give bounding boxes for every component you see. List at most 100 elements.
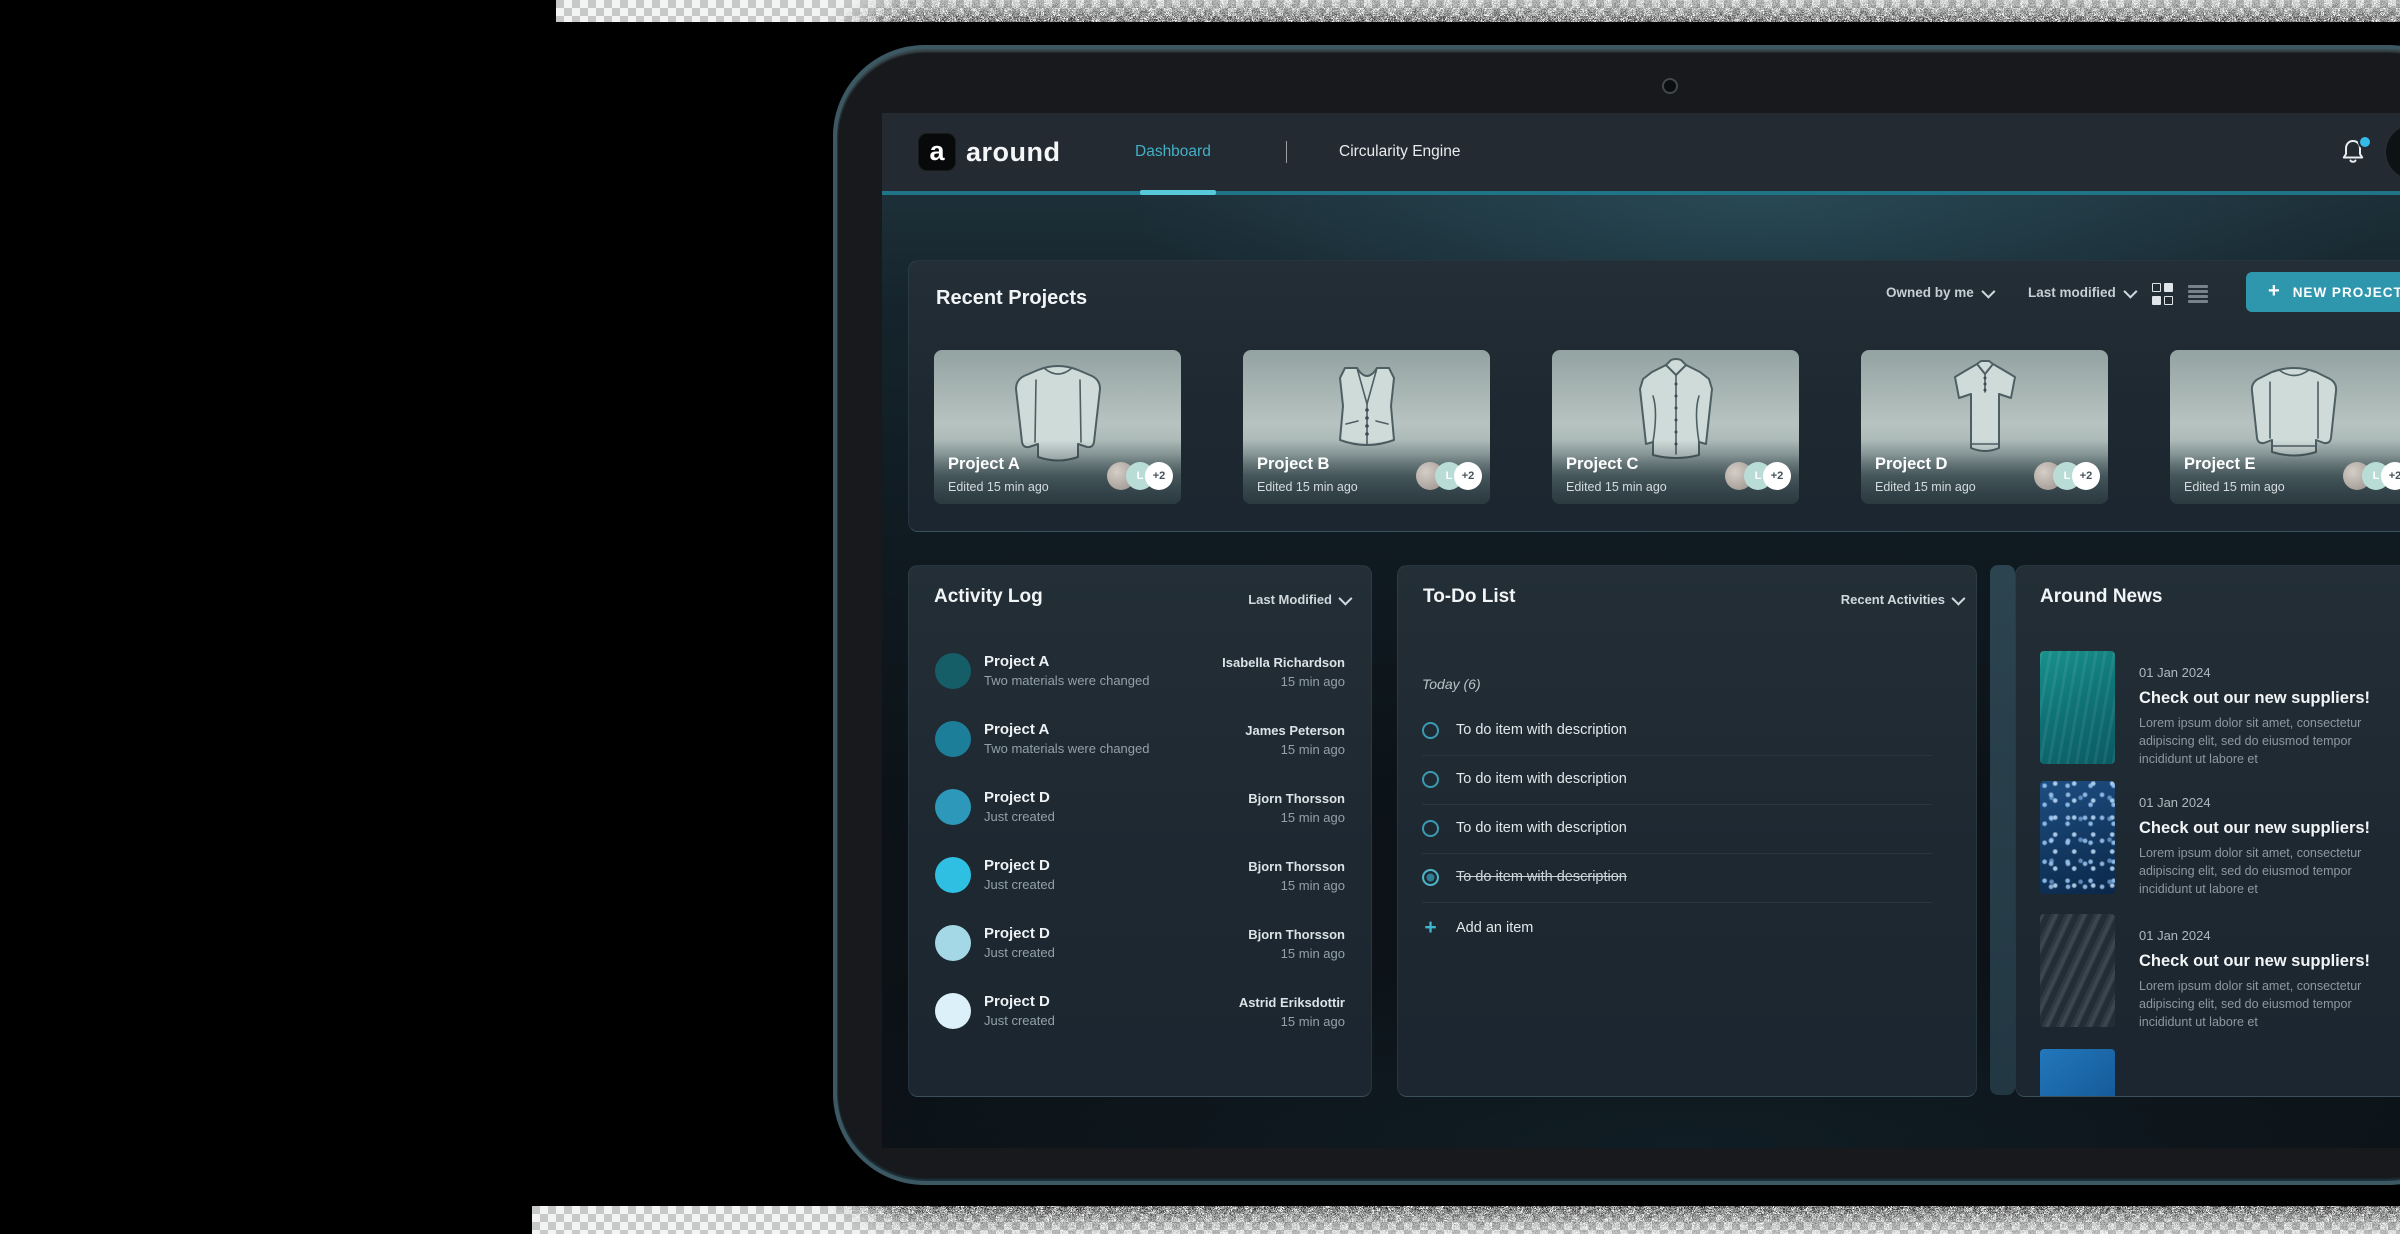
owner-filter-label: Owned by me xyxy=(1886,285,1974,300)
divider xyxy=(1422,902,1932,903)
todo-item-completed[interactable]: To do item with description xyxy=(1422,865,1952,889)
notification-dot xyxy=(2358,135,2372,149)
todo-item[interactable]: To do item with description xyxy=(1422,767,1952,791)
activity-entry[interactable]: Project D Just created Astrid Eriksdotti… xyxy=(935,993,1345,1033)
news-thumbnail xyxy=(2040,651,2115,764)
plus-icon: + xyxy=(1422,916,1439,940)
activity-action: Just created xyxy=(984,1013,1055,1028)
todo-item-label: To do item with description xyxy=(1456,722,1627,738)
news-item[interactable]: 01 Jan 2024 Check out our new suppliers!… xyxy=(2040,781,2400,894)
todo-checkbox[interactable] xyxy=(1422,771,1439,788)
top-navbar: a around Dashboard Circularity Engine xyxy=(882,113,2400,191)
news-body: Lorem ipsum dolor sit amet, consectetur … xyxy=(2139,845,2375,898)
project-card[interactable]: Project C Edited 15 min ago L +2 xyxy=(1552,350,1799,504)
todo-item[interactable]: To do item with description xyxy=(1422,718,1952,742)
project-name: Project B xyxy=(1257,455,1329,474)
tab-circularity-engine[interactable]: Circularity Engine xyxy=(1339,113,1460,191)
activity-project: Project A xyxy=(984,721,1049,738)
activity-user: James Peterson xyxy=(1245,723,1345,738)
news-headline: Check out our new suppliers! xyxy=(2139,689,2370,708)
activity-entry[interactable]: Project D Just created Bjorn Thorsson 15… xyxy=(935,925,1345,965)
activity-time: 15 min ago xyxy=(1281,1014,1345,1029)
project-name: Project C xyxy=(1566,455,1638,474)
activity-action: Two materials were changed xyxy=(984,741,1149,756)
activity-user: Bjorn Thorsson xyxy=(1248,859,1345,874)
todo-item[interactable]: To do item with description xyxy=(1422,816,1952,840)
avatar-more-count: +2 xyxy=(1763,462,1791,490)
tab-dashboard[interactable]: Dashboard xyxy=(1135,113,1211,191)
activity-log-title: Activity Log xyxy=(934,586,1043,608)
transparency-checkerboard xyxy=(556,0,2400,22)
grid-view-icon[interactable] xyxy=(2152,283,2174,305)
activity-user: Isabella Richardson xyxy=(1222,655,1345,670)
list-view-icon[interactable] xyxy=(2188,285,2208,303)
activity-entry[interactable]: Project D Just created Bjorn Thorsson 15… xyxy=(935,789,1345,829)
tablet-device-frame: a around Dashboard Circularity Engine Re… xyxy=(833,45,2400,1185)
project-color-dot xyxy=(935,721,971,757)
activity-time: 15 min ago xyxy=(1281,742,1345,757)
transparency-checkerboard xyxy=(532,1206,2400,1234)
activity-sort-label: Last Modified xyxy=(1248,592,1332,607)
activity-action: Two materials were changed xyxy=(984,673,1149,688)
recent-projects-panel: Recent Projects Owned by me Last modifie… xyxy=(908,260,2400,532)
todo-sort-dropdown[interactable]: Recent Activities xyxy=(1841,592,1962,607)
news-body: Lorem ipsum dolor sit amet, consectetur … xyxy=(2139,715,2375,768)
todo-checkbox-checked[interactable] xyxy=(1422,869,1439,886)
activity-time: 15 min ago xyxy=(1281,810,1345,825)
activity-project: Project D xyxy=(984,925,1050,942)
collaborator-avatars: L +2 xyxy=(1725,462,1791,490)
todo-item-label: To do item with description xyxy=(1456,869,1627,885)
project-edited: Edited 15 min ago xyxy=(1566,480,1667,494)
activity-user: Bjorn Thorsson xyxy=(1248,927,1345,942)
project-name: Project A xyxy=(948,455,1020,474)
activity-time: 15 min ago xyxy=(1281,674,1345,689)
news-item[interactable]: 01 Jan 2024 Check out our new suppliers!… xyxy=(2040,651,2400,764)
project-card[interactable]: Project B Edited 15 min ago L +2 xyxy=(1243,350,1490,504)
todo-list-panel: To-Do List Recent Activities Today (6) T… xyxy=(1397,565,1977,1097)
around-logo-text: around xyxy=(966,137,1061,168)
todo-item-label: To do item with description xyxy=(1456,771,1627,787)
news-item[interactable] xyxy=(2040,1049,2400,1097)
activity-entry[interactable]: Project D Just created Bjorn Thorsson 15… xyxy=(935,857,1345,897)
todo-checkbox[interactable] xyxy=(1422,722,1439,739)
activity-entry[interactable]: Project A Two materials were changed Jam… xyxy=(935,721,1345,761)
owner-filter-dropdown[interactable]: Owned by me xyxy=(1886,285,1992,300)
plus-icon: + xyxy=(2268,280,2281,303)
panel-divider xyxy=(1990,565,2015,1095)
todo-group-label: Today (6) xyxy=(1422,676,1481,692)
news-body: Lorem ipsum dolor sit amet, consectetur … xyxy=(2139,978,2375,1031)
user-avatar[interactable] xyxy=(2385,124,2400,180)
project-color-dot xyxy=(935,653,971,689)
project-card[interactable]: Project A Edited 15 min ago L +2 xyxy=(934,350,1181,504)
recent-projects-title: Recent Projects xyxy=(936,287,1087,310)
chevron-down-icon xyxy=(2123,284,2137,298)
new-project-label: NEW PROJECT xyxy=(2293,285,2400,300)
camera-dot xyxy=(1662,78,1678,94)
project-card[interactable]: Project E Edited 15 min ago L +2 xyxy=(2170,350,2400,504)
project-edited: Edited 15 min ago xyxy=(948,480,1049,494)
activity-entry[interactable]: Project A Two materials were changed Isa… xyxy=(935,653,1345,693)
activity-project: Project D xyxy=(984,789,1050,806)
project-card[interactable]: Project D Edited 15 min ago L +2 xyxy=(1861,350,2108,504)
project-edited: Edited 15 min ago xyxy=(1257,480,1358,494)
chevron-down-icon xyxy=(1981,284,1995,298)
activity-sort-dropdown[interactable]: Last Modified xyxy=(1248,592,1349,607)
todo-checkbox[interactable] xyxy=(1422,820,1439,837)
around-logo[interactable]: a around xyxy=(918,113,1061,191)
activity-action: Just created xyxy=(984,945,1055,960)
activity-time: 15 min ago xyxy=(1281,878,1345,893)
project-color-dot xyxy=(935,925,971,961)
activity-log-panel: Activity Log Last Modified Project A Two… xyxy=(908,565,1372,1097)
new-project-button[interactable]: + NEW PROJECT xyxy=(2246,272,2400,312)
sort-filter-dropdown[interactable]: Last modified xyxy=(2028,285,2134,300)
todo-sort-label: Recent Activities xyxy=(1841,592,1945,607)
news-item[interactable]: 01 Jan 2024 Check out our new suppliers!… xyxy=(2040,914,2400,1027)
activity-project: Project D xyxy=(984,993,1050,1010)
news-date: 01 Jan 2024 xyxy=(2139,665,2211,680)
around-logo-icon: a xyxy=(918,133,956,171)
sort-filter-label: Last modified xyxy=(2028,285,2116,300)
collaborator-avatars: L +2 xyxy=(2034,462,2100,490)
app-screen: a around Dashboard Circularity Engine Re… xyxy=(882,113,2400,1148)
add-todo-item-button[interactable]: + Add an item xyxy=(1422,916,1722,940)
activity-time: 15 min ago xyxy=(1281,946,1345,961)
